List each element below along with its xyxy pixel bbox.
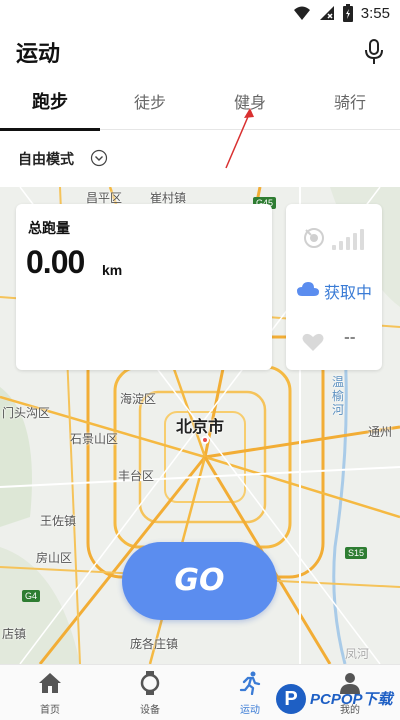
tab-label: 徒步	[133, 93, 166, 112]
mode-selector[interactable]: 自由模式	[0, 131, 400, 187]
pcpop-watermark: P PCPOP下载	[276, 682, 400, 720]
tab-fitness[interactable]: 健身	[200, 78, 300, 130]
map-label: 丰台区	[118, 469, 155, 483]
signal-icon	[319, 6, 334, 20]
distance-unit: km	[102, 262, 123, 278]
status-bar: 3:55	[0, 0, 400, 28]
gps-signal-bars	[332, 228, 364, 250]
city-label: 北京市	[176, 417, 225, 436]
map-label: 店镇	[2, 627, 27, 641]
home-icon	[39, 673, 61, 693]
distance-value: 0.00	[26, 244, 85, 280]
status-time: 3:55	[360, 4, 390, 22]
nav-item-device[interactable]: 设备	[100, 665, 200, 720]
map-label: 石景山区	[70, 432, 119, 446]
microphone-icon[interactable]	[362, 38, 386, 66]
weather-status: 获取中	[324, 283, 373, 302]
tab-label: 健身	[233, 93, 266, 112]
page-title: 运动	[16, 42, 61, 67]
heart-icon	[302, 333, 324, 351]
city-location-marker	[201, 436, 209, 444]
status-info-card: 获取中 --	[286, 204, 382, 370]
map-label: 通州	[368, 425, 393, 439]
map-label: 王佐镇	[40, 514, 77, 528]
go-button[interactable]: GO	[122, 542, 277, 620]
watch-icon	[140, 671, 160, 695]
distance-title: 总跑量	[28, 221, 70, 237]
map-label: 房山区	[36, 551, 73, 565]
watermark-logo: P	[276, 684, 306, 714]
map-label: 庞各庄镇	[130, 637, 179, 651]
map-label: 凤河	[345, 647, 370, 661]
tab-label: 骑行	[333, 93, 366, 112]
battery-charging-icon	[342, 4, 353, 22]
nav-label: 设备	[140, 705, 160, 716]
heart-rate-value: --	[344, 330, 356, 346]
mode-label: 自由模式	[18, 152, 74, 168]
nav-item-home[interactable]: 首页	[0, 665, 100, 720]
road-badge: G4	[22, 590, 41, 602]
tab-running[interactable]: 跑步	[0, 78, 100, 131]
total-distance-card: 总跑量 0.00 km	[16, 204, 272, 370]
nav-label: 首页	[40, 705, 60, 716]
tab-cycling[interactable]: 骑行	[300, 78, 400, 130]
wifi-icon	[293, 6, 310, 20]
map-label: 海淀区	[120, 392, 157, 406]
status-icons: 3:55	[293, 4, 390, 22]
chevron-down-circle-icon[interactable]	[90, 149, 108, 167]
app-header: 运动	[0, 28, 400, 78]
road-badge: S15	[345, 547, 368, 559]
map-label-river: 温榆河	[332, 375, 345, 417]
running-icon	[239, 671, 261, 695]
tab-hiking[interactable]: 徒步	[100, 78, 200, 130]
cloud-icon	[297, 282, 319, 296]
sport-tabs: 跑步 徒步 健身 骑行	[0, 78, 400, 131]
gps-satellite-icon	[304, 228, 324, 248]
tab-label: 跑步	[32, 92, 68, 113]
map-label: 门头沟区	[2, 406, 51, 420]
watermark-text: PCPOP下载	[310, 691, 393, 708]
